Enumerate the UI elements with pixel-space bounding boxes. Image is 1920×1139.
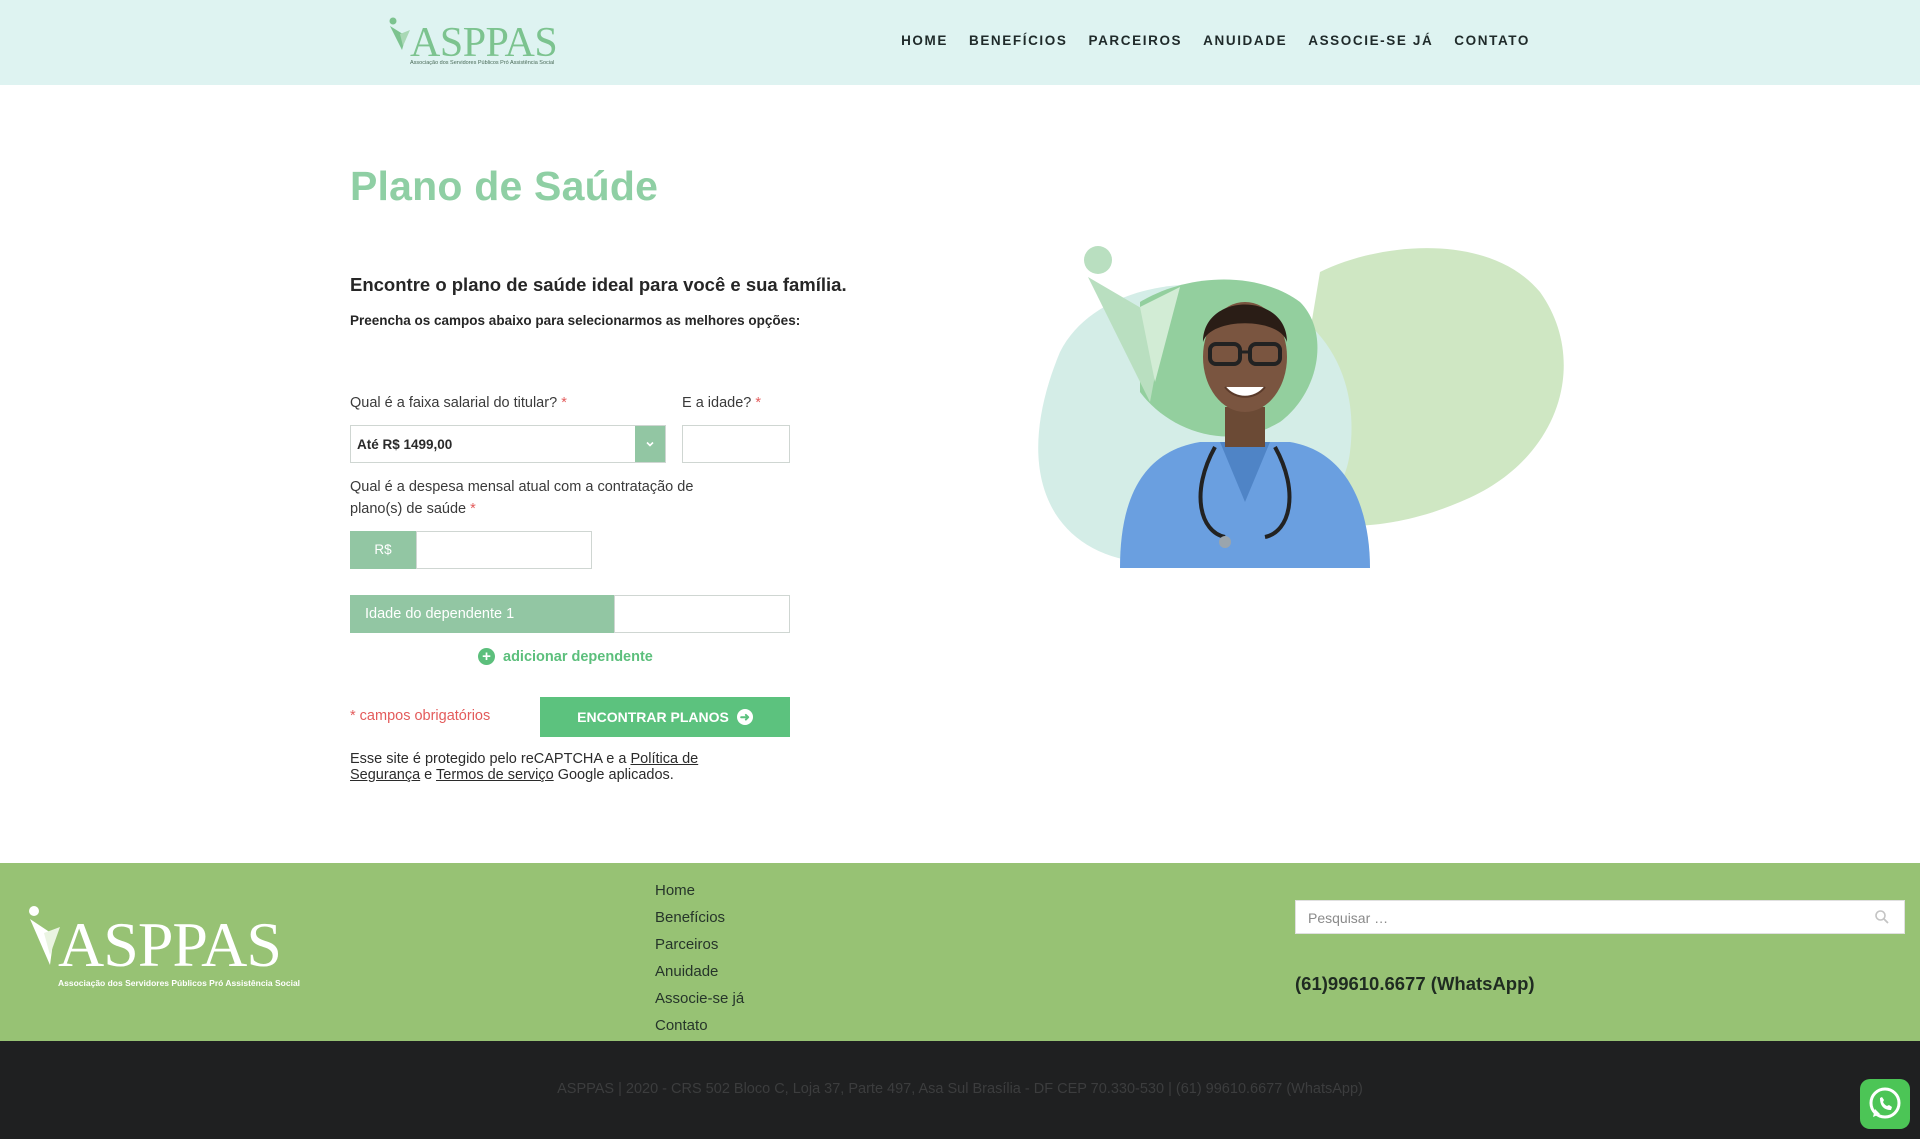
expense-input[interactable]: [416, 531, 592, 569]
find-plans-label: ENCONTRAR PLANOS: [577, 709, 729, 725]
nav-parceiros[interactable]: PARCEIROS: [1088, 33, 1182, 48]
expense-label: Qual é a despesa mensal atual com a cont…: [350, 479, 694, 517]
page-title: Plano de Saúde: [350, 163, 659, 209]
footer-phone[interactable]: (61)99610.6677 (WhatsApp): [1295, 973, 1535, 995]
recaptcha-notice: Esse site é protegido pelo reCAPTCHA e a…: [350, 751, 699, 783]
plus-circle-icon: +: [478, 648, 495, 665]
sublead-text: Preencha os campos abaixo para seleciona…: [350, 313, 801, 328]
salary-select-value: Até R$ 1499,00: [357, 437, 453, 452]
main-nav: HOME BENEFÍCIOS PARCEIROS ANUIDADE ASSOC…: [880, 33, 1530, 48]
copyright-bar: ASPPAS | 2020 - CRS 502 Bloco C, Loja 37…: [0, 1041, 1920, 1139]
required-marker: *: [470, 501, 476, 517]
footer-nav: Home Benefícios Parceiros Anuidade Assoc…: [655, 877, 744, 1039]
age-label: E a idade? *: [682, 395, 762, 411]
footer-nav-anuidade[interactable]: Anuidade: [655, 958, 744, 985]
chevron-down-icon: [635, 426, 665, 462]
nav-associe-se[interactable]: ASSOCIE-SE JÁ: [1308, 33, 1433, 48]
nav-home[interactable]: HOME: [901, 33, 948, 48]
footer-logo-text: ASPPAS: [58, 909, 282, 980]
search-icon[interactable]: [1874, 909, 1890, 925]
dependent-age-label: Idade do dependente 1: [350, 595, 614, 633]
copyright-text: ASPPAS | 2020 - CRS 502 Bloco C, Loja 37…: [557, 1081, 1363, 1097]
search-placeholder: Pesquisar …: [1308, 910, 1389, 926]
logo-text: ASPPAS: [410, 20, 558, 66]
footer-nav-contato[interactable]: Contato: [655, 1012, 744, 1039]
dependent-age-input[interactable]: [614, 595, 790, 633]
currency-prefix: R$: [350, 531, 416, 569]
footer-nav-home[interactable]: Home: [655, 877, 744, 904]
search-input[interactable]: Pesquisar …: [1295, 900, 1905, 934]
site-logo[interactable]: ASPPAS Associação dos Servidores Público…: [388, 16, 558, 68]
age-input[interactable]: [682, 425, 790, 463]
footer-nav-beneficios[interactable]: Benefícios: [655, 904, 744, 931]
required-fields-note: * campos obrigatórios: [350, 708, 491, 724]
salary-select[interactable]: Até R$ 1499,00: [350, 425, 666, 463]
footer-logo[interactable]: ASPPAS Associação dos Servidores Público…: [28, 905, 301, 995]
whatsapp-icon: [1869, 1087, 1901, 1119]
required-marker: *: [561, 395, 567, 411]
footer-nav-associe-se[interactable]: Associe-se já: [655, 985, 744, 1012]
add-dependent-button[interactable]: + adicionar dependente: [478, 648, 653, 665]
nav-anuidade[interactable]: ANUIDADE: [1203, 33, 1287, 48]
logo-subtitle: Associação dos Servidores Públicos Pró A…: [410, 60, 555, 66]
site-header: ASPPAS Associação dos Servidores Público…: [0, 0, 1920, 85]
lead-text: Encontre o plano de saúde ideal para voc…: [350, 274, 847, 295]
site-footer: ASPPAS Associação dos Servidores Público…: [0, 863, 1920, 1041]
add-dependent-label: adicionar dependente: [503, 648, 653, 665]
whatsapp-button[interactable]: [1860, 1079, 1910, 1129]
terms-of-service-link[interactable]: Termos de serviço: [436, 767, 554, 783]
doctor-illustration: [1038, 246, 1564, 568]
arrow-right-circle-icon: ➜: [736, 709, 753, 725]
nav-beneficios[interactable]: BENEFÍCIOS: [969, 33, 1068, 48]
find-plans-button[interactable]: ENCONTRAR PLANOS ➜: [540, 697, 790, 737]
required-marker: *: [755, 395, 762, 411]
footer-logo-subtitle: Associação dos Servidores Públicos Pró A…: [58, 978, 301, 988]
salary-label: Qual é a faixa salarial do titular? *: [350, 395, 567, 411]
nav-contato[interactable]: CONTATO: [1454, 33, 1530, 48]
footer-nav-parceiros[interactable]: Parceiros: [655, 931, 744, 958]
